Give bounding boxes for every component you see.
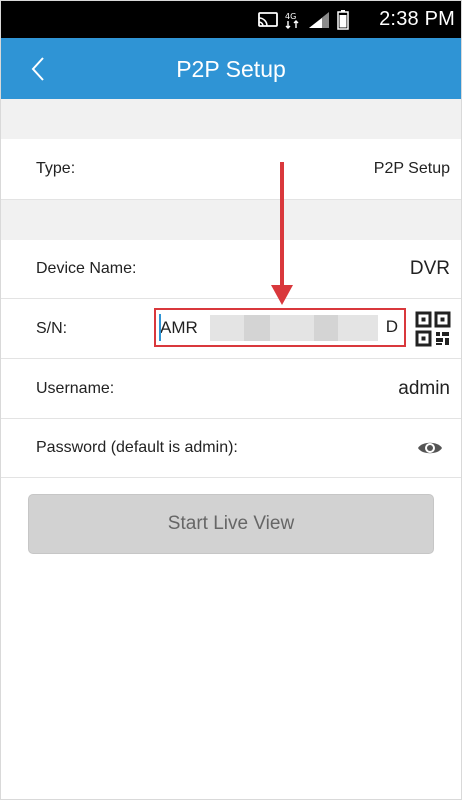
signal-icon <box>309 12 329 28</box>
eye-icon[interactable] <box>417 439 443 457</box>
sn-input[interactable] <box>158 312 402 343</box>
section-spacer <box>1 99 461 139</box>
battery-icon <box>337 10 349 30</box>
app-bar: P2P Setup <box>1 38 461 99</box>
status-time: 2:38 PM <box>379 8 455 30</box>
cast-icon <box>258 12 278 27</box>
phone-screen: 4G 2:38 PM P2P Setup Type: P2P Setup Dev… <box>0 0 462 800</box>
password-row[interactable]: Password (default is admin): <box>1 419 461 478</box>
type-label: Type: <box>36 160 76 177</box>
sn-input-highlight[interactable]: D <box>154 308 406 347</box>
page-title: P2P Setup <box>176 56 286 82</box>
sn-label: S/N: <box>36 319 68 337</box>
start-live-view-button[interactable]: Start Live View <box>28 494 434 554</box>
username-row[interactable]: Username: admin <box>1 359 461 419</box>
device-name-row[interactable]: Device Name: DVR <box>1 240 461 299</box>
status-icons: 4G <box>258 10 349 30</box>
type-value: P2P Setup <box>373 160 450 177</box>
type-row[interactable]: Type: P2P Setup <box>1 139 461 200</box>
sn-value-end: D <box>385 317 398 336</box>
username-value[interactable]: admin <box>398 378 450 400</box>
status-bar: 4G 2:38 PM <box>1 1 461 38</box>
sn-row: S/N: D <box>1 299 461 359</box>
device-name-value[interactable]: DVR <box>410 258 450 280</box>
username-label: Username: <box>36 379 115 397</box>
qr-code-icon[interactable] <box>413 309 453 349</box>
svg-text:4G: 4G <box>285 12 296 21</box>
section-spacer <box>1 200 461 240</box>
device-name-label: Device Name: <box>36 260 137 277</box>
network-type-icon: 4G <box>285 12 299 29</box>
text-cursor <box>159 314 161 341</box>
password-label: Password (default is admin): <box>36 439 238 456</box>
